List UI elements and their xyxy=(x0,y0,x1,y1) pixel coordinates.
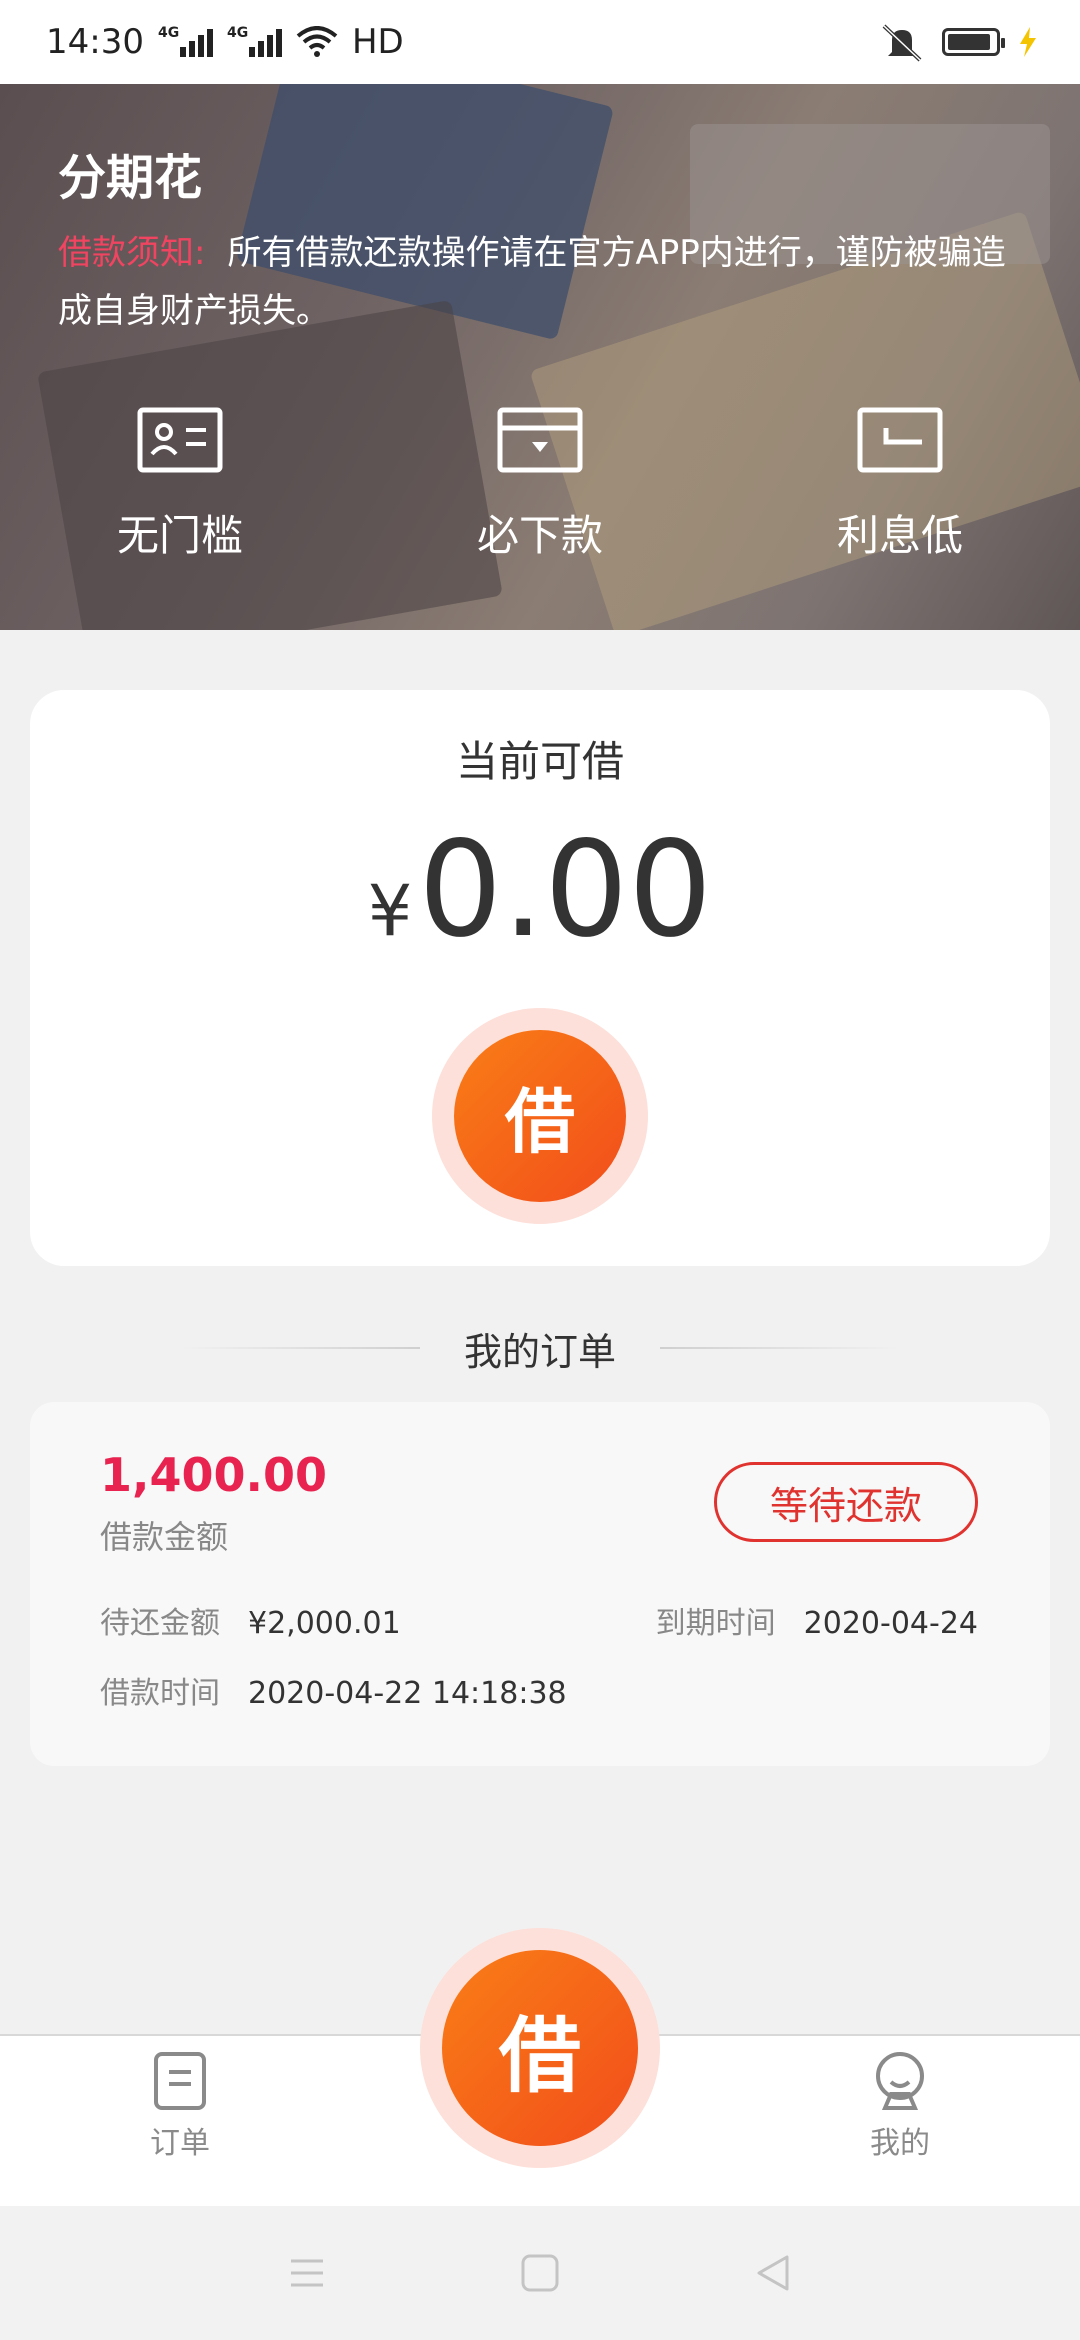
status-right xyxy=(880,22,1038,62)
clock: 14:30 xyxy=(46,22,144,62)
loan-time: 借款时间 2020-04-22 14:18:38 xyxy=(100,1668,567,1712)
borrow-button[interactable]: 借 xyxy=(432,1008,648,1224)
tab-mine-label: 我的 xyxy=(870,2126,930,2161)
profile-icon xyxy=(876,2052,924,2110)
feature-label: 利息低 xyxy=(836,511,963,560)
pending-amount-label: 待还金额 xyxy=(100,1606,220,1641)
signal-icon: 4G xyxy=(157,25,213,57)
orders-title: 我的订单 xyxy=(463,1329,616,1374)
order-amount-label: 借款金额 xyxy=(100,1518,229,1556)
amount-value: 0.00 xyxy=(418,813,713,967)
menu-icon[interactable] xyxy=(285,2251,329,2295)
tab-borrow-label: 借 xyxy=(442,1950,638,2146)
available-loan-title: 当前可借 xyxy=(455,737,624,786)
feature-item: 必下款 xyxy=(360,404,720,563)
order-amount: 1,400.00 xyxy=(100,1448,327,1502)
return-card-icon xyxy=(857,407,943,473)
available-loan-card: 当前可借 ¥ 0.00 借 xyxy=(30,690,1050,1266)
due-date-label: 到期时间 xyxy=(655,1606,776,1641)
feature-item: 无门槛 xyxy=(0,404,360,563)
id-card-icon xyxy=(137,407,223,473)
charging-icon xyxy=(1020,27,1036,57)
due-date-value: 2020-04-24 xyxy=(803,1606,978,1641)
feature-item: 利息低 xyxy=(720,404,1080,563)
available-loan-amount: ¥ 0.00 xyxy=(30,820,1050,960)
system-nav-bar xyxy=(0,2206,1080,2340)
network-type: 4G xyxy=(226,25,249,41)
divider xyxy=(660,1347,900,1349)
back-icon[interactable] xyxy=(751,2251,795,2295)
loan-time-label: 借款时间 xyxy=(100,1676,220,1711)
orders-icon xyxy=(154,2052,206,2110)
wallet-icon xyxy=(497,407,583,473)
divider xyxy=(179,1347,420,1349)
tab-mine[interactable]: 我的 xyxy=(820,2050,980,2162)
feature-label: 无门槛 xyxy=(116,511,243,560)
home-icon[interactable] xyxy=(518,2251,562,2295)
orders-section-header: 我的订单 xyxy=(0,1318,1080,1378)
battery-icon xyxy=(942,28,1005,56)
app-title: 分期花 xyxy=(58,150,203,206)
feature-list: 无门槛 必下款 利息低 xyxy=(0,404,1080,563)
borrow-button-label: 借 xyxy=(454,1030,626,1202)
wifi-icon xyxy=(296,26,338,57)
hd-label: HD xyxy=(351,22,404,62)
status-left: 14:30 4G 4G HD xyxy=(46,22,404,62)
hero-banner: 分期花 借款须知: 所有借款还款操作请在官方APP内进行，谨防被骗造成自身财产损失… xyxy=(0,84,1080,630)
pending-amount: 待还金额 ¥2,000.01 xyxy=(100,1598,401,1642)
order-card[interactable]: 1,400.00 借款金额 等待还款 待还金额 ¥2,000.01 到期时间 202… xyxy=(30,1402,1050,1766)
loan-time-value: 2020-04-22 14:18:38 xyxy=(248,1676,567,1711)
mute-icon xyxy=(882,24,922,62)
loan-notice: 借款须知: 所有借款还款操作请在官方APP内进行，谨防被骗造成自身财产损失。 xyxy=(58,224,1028,340)
notice-label: 借款须知: xyxy=(58,233,206,273)
tab-borrow-button[interactable]: 借 xyxy=(420,1928,660,2168)
status-bar: 14:30 4G 4G HD xyxy=(0,0,1080,84)
network-type: 4G xyxy=(157,25,180,41)
feature-label: 必下款 xyxy=(476,511,603,560)
status-badge[interactable]: 等待还款 xyxy=(714,1462,978,1542)
pending-amount-value: ¥2,000.01 xyxy=(248,1606,401,1641)
currency-symbol: ¥ xyxy=(367,870,413,952)
tab-orders-label: 订单 xyxy=(150,2126,210,2161)
signal-icon: 4G xyxy=(226,25,282,57)
due-date: 到期时间 2020-04-24 xyxy=(656,1598,978,1642)
tab-orders[interactable]: 订单 xyxy=(100,2050,260,2162)
